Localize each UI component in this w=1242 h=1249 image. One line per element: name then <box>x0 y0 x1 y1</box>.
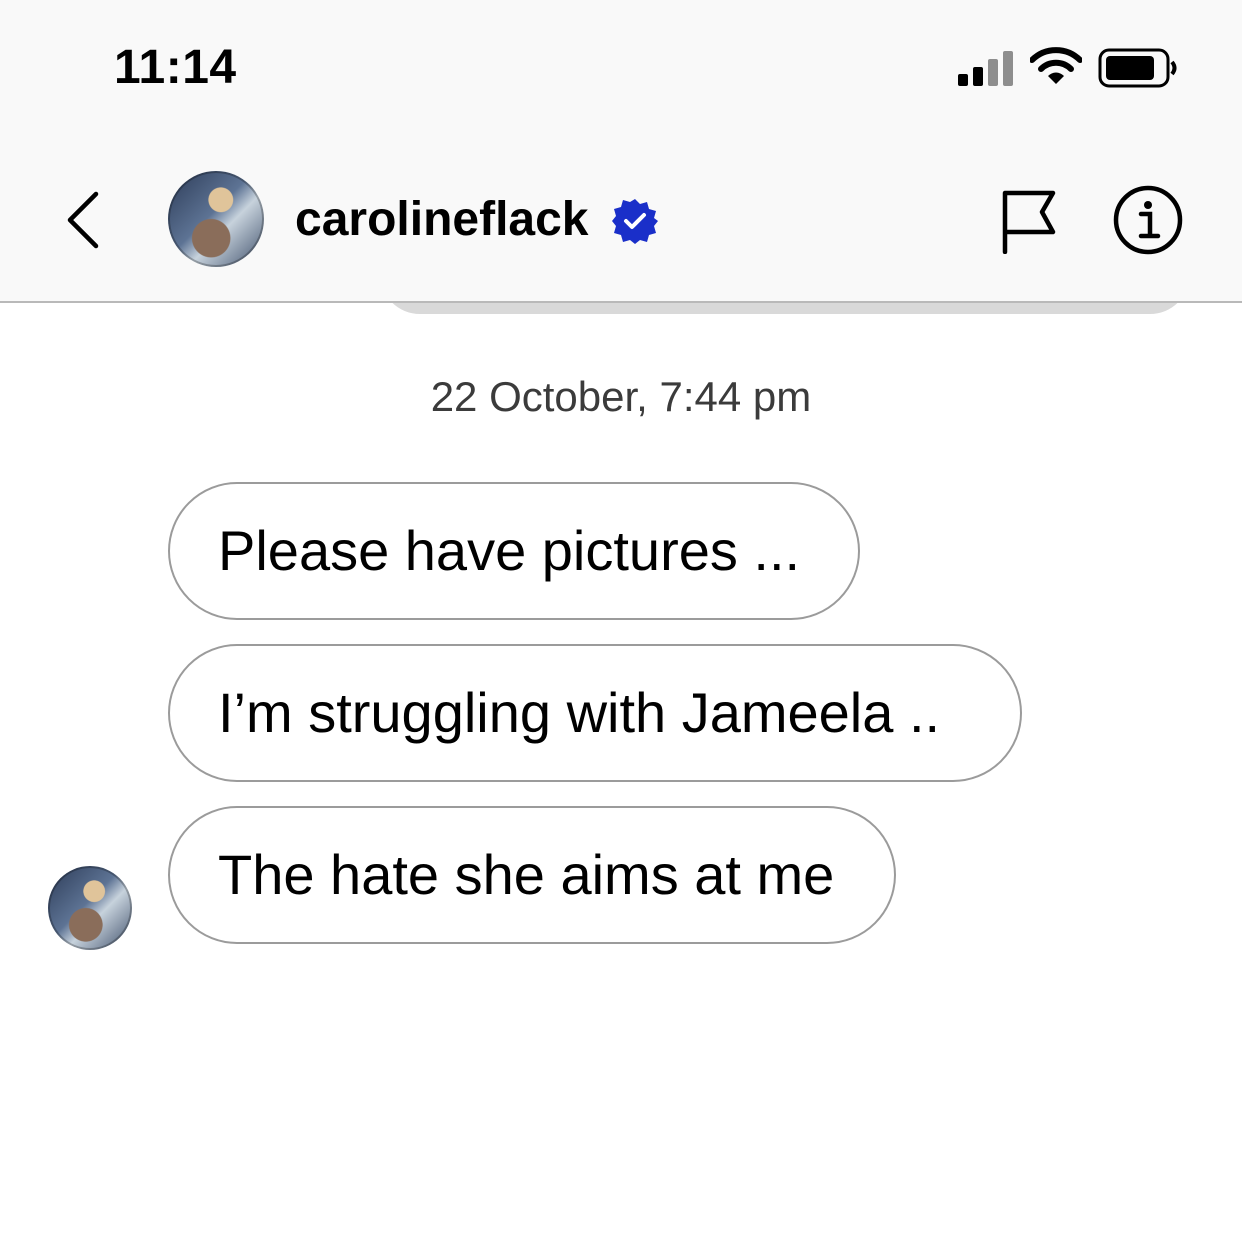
status-time: 11:14 <box>114 41 237 94</box>
chevron-left-icon[interactable] <box>60 188 110 252</box>
wifi-icon <box>1030 47 1082 84</box>
battery-icon <box>1098 48 1177 88</box>
info-icon[interactable] <box>1112 184 1184 256</box>
avatar[interactable] <box>168 171 264 267</box>
message-bubble[interactable]: I’m struggling with Jameela .. <box>168 644 1022 782</box>
sender-avatar[interactable] <box>48 866 132 950</box>
cellular-signal-icon <box>958 51 1013 86</box>
message-bubble[interactable]: Please have pictures ... <box>168 482 860 620</box>
verified-badge-icon <box>612 199 658 244</box>
flag-icon[interactable] <box>998 188 1060 254</box>
chat-header: carolineflack <box>0 140 1242 303</box>
status-bar: 11:14 <box>0 0 1242 140</box>
username[interactable]: carolineflack <box>295 192 588 247</box>
message-timestamp: 22 October, 7:44 pm <box>430 373 812 420</box>
message-bubble[interactable]: The hate she aims at me <box>168 806 896 944</box>
